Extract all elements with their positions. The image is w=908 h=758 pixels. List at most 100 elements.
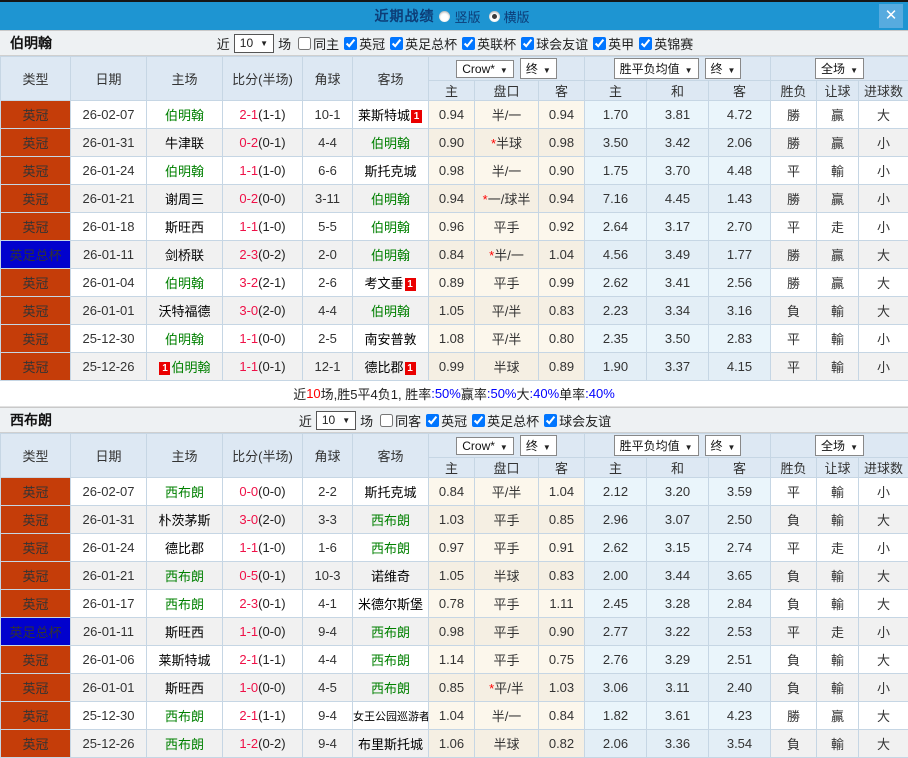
league-checkbox[interactable]: 英甲 — [593, 34, 634, 53]
fulltime-select[interactable]: 全场▼ — [815, 435, 864, 456]
match-count-select[interactable]: 10▼ — [234, 34, 274, 53]
mean-draw: 3.50 — [647, 325, 709, 353]
match-count-select[interactable]: 10▼ — [316, 411, 356, 430]
checkbox-input[interactable] — [426, 414, 439, 427]
same-venue-checkbox[interactable]: 同主 — [298, 34, 339, 53]
handicap-cell: 平手 — [475, 213, 539, 241]
match-row: 英冠26-01-24伯明翰1-1(1-0)6-6斯托克城0.98半/一0.901… — [1, 157, 908, 185]
corners-cell: 4-5 — [303, 674, 353, 702]
checkbox-input[interactable] — [472, 414, 485, 427]
away-team-cell: 女王公园巡游者 — [353, 702, 429, 730]
select-value: Crow* — [462, 62, 495, 76]
checkbox-label: 英足总杯 — [405, 34, 457, 53]
odds-away: 1.11 — [539, 590, 585, 618]
team-section-bar: 伯明翰近10▼场同主英冠英足总杯英联杯球会友谊英甲英锦赛 — [0, 30, 908, 56]
halftime-score: (0-0) — [258, 191, 285, 206]
score-cell: 3-0(2-0) — [223, 506, 303, 534]
mean-away: 3.54 — [709, 730, 771, 758]
final-odds-select[interactable]: 终▼ — [705, 435, 742, 456]
final-odds-select[interactable]: 终▼ — [520, 58, 557, 79]
away-team-cell: 布里斯托城 — [353, 730, 429, 758]
checkbox-input[interactable] — [380, 414, 393, 427]
checkbox-input[interactable] — [390, 37, 403, 50]
checkbox-input[interactable] — [344, 37, 357, 50]
mean-home: 2.76 — [585, 646, 647, 674]
halftime-score: (0-0) — [258, 680, 285, 695]
layout-radio-unselected[interactable] — [439, 11, 450, 22]
league-checkbox[interactable]: 英锦赛 — [639, 34, 693, 53]
fulltime-score: 2-1 — [239, 652, 258, 667]
fulltime-score: 0-2 — [239, 191, 258, 206]
handicap-cell: 平手 — [475, 590, 539, 618]
caret-down-icon: ▼ — [543, 66, 551, 75]
league-checkbox[interactable]: 英冠 — [426, 411, 467, 430]
mean-odds-select[interactable]: 胜平负均值▼ — [614, 435, 699, 456]
league-checkbox[interactable]: 球会友谊 — [544, 411, 611, 430]
select-value: 终 — [526, 439, 538, 453]
mean-home: 2.00 — [585, 562, 647, 590]
score-cell: 1-1(1-0) — [223, 213, 303, 241]
mean-draw: 3.37 — [647, 353, 709, 381]
summary-part: 10 — [306, 386, 320, 401]
score-cell: 0-2(0-1) — [223, 129, 303, 157]
odds-away: 1.04 — [539, 241, 585, 269]
final-odds-select[interactable]: 终▼ — [705, 58, 742, 79]
select-value: 终 — [526, 62, 538, 76]
result-handicap: 走 — [817, 213, 859, 241]
mean-home: 2.64 — [585, 213, 647, 241]
mean-draw: 3.49 — [647, 241, 709, 269]
league-checkbox[interactable]: 英联杯 — [462, 34, 516, 53]
match-date: 25-12-30 — [71, 702, 147, 730]
team-label: 女王公园巡游者 — [353, 711, 429, 723]
handicap-label: 平/半 — [492, 332, 522, 347]
handicap-cell: *半球 — [475, 129, 539, 157]
handicap-cell: 平/半 — [475, 325, 539, 353]
league-checkbox[interactable]: 英足总杯 — [472, 411, 539, 430]
checkbox-input[interactable] — [521, 37, 534, 50]
team-label: 谢周三 — [165, 192, 204, 207]
mean-away: 2.06 — [709, 129, 771, 157]
match-date: 25-12-30 — [71, 325, 147, 353]
titlebar: 近期战绩 竖版横版 ✕ — [0, 2, 908, 30]
handicap-cell: 半/一 — [475, 101, 539, 129]
league-checkbox[interactable]: 英足总杯 — [390, 34, 457, 53]
mean-odds-select[interactable]: 胜平负均值▼ — [614, 58, 699, 79]
final-odds-select[interactable]: 终▼ — [520, 435, 557, 456]
unit-label: 场 — [278, 34, 291, 53]
mean-home: 4.56 — [585, 241, 647, 269]
checkbox-input[interactable] — [544, 414, 557, 427]
match-row: 英冠26-01-06莱斯特城2-1(1-1)4-4西布朗1.14平手0.752.… — [1, 646, 908, 674]
close-button[interactable]: ✕ — [879, 4, 903, 28]
league-checkbox[interactable]: 球会友谊 — [521, 34, 588, 53]
league-badge: 英冠 — [1, 534, 71, 562]
result-wdl: 負 — [771, 730, 817, 758]
mean-draw: 3.22 — [647, 618, 709, 646]
fulltime-select[interactable]: 全场▼ — [815, 58, 864, 79]
away-team-cell: 诺维奇 — [353, 562, 429, 590]
checkbox-input[interactable] — [298, 37, 311, 50]
team-label: 伯明翰 — [371, 192, 410, 207]
home-team-cell: 德比郡 — [147, 534, 223, 562]
mean-home: 2.96 — [585, 506, 647, 534]
checkbox-input[interactable] — [593, 37, 606, 50]
result-goals: 大 — [859, 297, 908, 325]
mean-draw: 3.17 — [647, 213, 709, 241]
handicap-cell: 平手 — [475, 646, 539, 674]
checkbox-input[interactable] — [462, 37, 475, 50]
checkbox-input[interactable] — [639, 37, 652, 50]
team-label: 朴茨茅斯 — [158, 513, 210, 528]
layout-radio-selected[interactable] — [489, 11, 500, 22]
handicap-label: 半球 — [493, 360, 519, 375]
red-card-badge: 1 — [159, 362, 170, 375]
match-date: 26-02-07 — [71, 101, 147, 129]
select-value: 全场 — [821, 439, 845, 453]
odds-home: 0.78 — [429, 590, 475, 618]
same-venue-checkbox[interactable]: 同客 — [380, 411, 421, 430]
result-goals: 大 — [859, 506, 908, 534]
checkbox-label: 球会友谊 — [559, 411, 611, 430]
bookmaker-select[interactable]: Crow*▼ — [456, 60, 514, 78]
bookmaker-select[interactable]: Crow*▼ — [456, 437, 514, 455]
league-checkbox[interactable]: 英冠 — [344, 34, 385, 53]
match-row: 英足总杯26-01-11斯旺西1-1(0-0)9-4西布朗0.98平手0.902… — [1, 618, 908, 646]
mean-draw: 3.42 — [647, 129, 709, 157]
